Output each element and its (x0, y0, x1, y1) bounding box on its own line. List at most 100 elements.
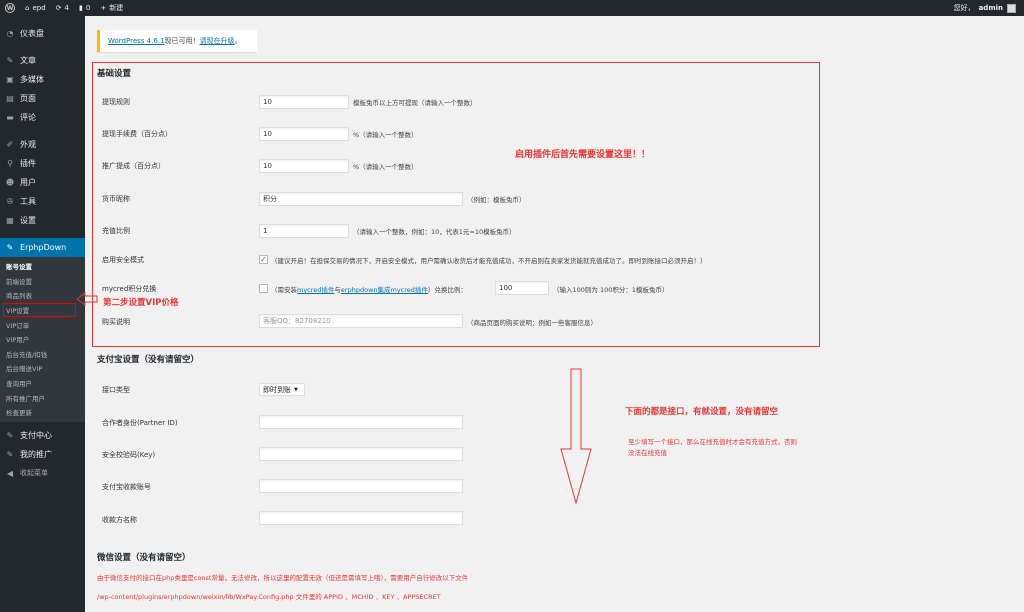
my-account-menu[interactable]: 您好， admin (954, 3, 1024, 13)
updates-icon: ⟳ (55, 4, 62, 12)
submenu-product-list[interactable]: 商品列表 (0, 288, 85, 303)
sidebar-item-pages[interactable]: ▤ 页面 (0, 89, 85, 108)
sidebar-item-label: 支付中心 (20, 430, 52, 440)
promotion-icon: ✎ (6, 449, 14, 459)
withdraw-rule-input[interactable]: 10 (259, 95, 349, 109)
interface-type-select[interactable]: 即时到账 ▼ (259, 383, 305, 396)
erphpdown-mycred-plugin-link[interactable]: erphpdown集成mycred插件 (341, 286, 428, 294)
mycred-desc: （需安装mycred插件与erphpdown集成mycred插件）兑换比例： (271, 284, 467, 294)
recharge-ratio-input[interactable]: 1 (259, 224, 349, 238)
recharge-ratio-desc: （请输入一个整数，例如：10，代表1元=10模板兔币） (353, 228, 516, 236)
wordpress-version-link[interactable]: WordPress 4.6.1 (108, 37, 164, 45)
page-icon: ▤ (6, 94, 14, 103)
sidebar-item-label: 用户 (20, 178, 36, 187)
sidebar-item-erphpdown[interactable]: ✎ ErphpDown (0, 238, 85, 257)
sidebar-item-my-promotion[interactable]: ✎ 我的推广 (0, 445, 85, 464)
basic-settings-title: 基础设置 (97, 69, 132, 79)
media-icon: ▣ (6, 75, 14, 84)
sidebar-item-dashboard[interactable]: ◔ 仪表盘 (0, 24, 85, 43)
sidebar-item-posts[interactable]: ✎ 文章 (0, 51, 85, 70)
partner-id-label: 合作者身份(Partner ID) (102, 419, 178, 427)
upgrade-now-link[interactable]: 请现在升级 (199, 36, 234, 46)
comment-icon: ▬ (6, 113, 14, 122)
withdraw-fee-input[interactable]: 10 (259, 127, 349, 141)
avatar (1007, 3, 1016, 13)
submenu-recharge-deduct[interactable]: 后台充值/扣钱 (0, 347, 85, 362)
submenu-account-settings[interactable]: 账号设置 (0, 259, 85, 274)
sidebar-item-label: 设置 (20, 216, 36, 225)
mycred-desc-post: ）兑换比例： (427, 286, 467, 294)
collapse-icon: ◀ (6, 468, 14, 478)
mycred-ratio-input[interactable]: 100 (495, 281, 549, 295)
admin-sidebar: ◔ 仪表盘 ✎ 文章 ▣ 多媒体 ▤ 页面 ▬ 评论 ✐ 外观 ⚲ 插件 ☻ 用户 ✇ 工具 ▦ 设… (0, 16, 85, 612)
erphpdown-submenu: 账号设置 前端设置 商品列表 VIP设置 VIP订单 VIP用户 后台充值/扣钱… (0, 257, 85, 422)
dropdown-arrow-icon: ▼ (294, 386, 298, 393)
promo-commission-desc: %（请输入一个整数） (353, 163, 418, 171)
plus-icon: + (100, 4, 107, 12)
new-content-menu[interactable]: + 新建 (95, 0, 128, 16)
submenu-all-promo-users[interactable]: 所有推广用户 (0, 390, 85, 405)
purchase-note-desc: （商品页面的购买说明：例如一些客服信息） (467, 319, 597, 327)
alipay-account-input[interactable] (259, 479, 463, 493)
sidebar-collapse-menu[interactable]: ◀ 收起菜单 (0, 464, 85, 483)
sidebar-item-media[interactable]: ▣ 多媒体 (0, 70, 85, 89)
sidebar-item-plugins[interactable]: ⚲ 插件 (0, 154, 85, 173)
submenu-frontend-settings[interactable]: 前端设置 (0, 274, 85, 289)
checkmark-icon: ✓ (260, 254, 267, 264)
sidebar-item-payment-center[interactable]: ✎ 支付中心 (0, 426, 85, 445)
withdraw-rule-desc: 模板兔币以上方可提现（请输入一个整数） (353, 99, 477, 107)
comments-menu[interactable]: ▮ 0 (74, 0, 95, 16)
safe-mode-checkbox[interactable]: ✓ (259, 255, 268, 264)
sidebar-item-comments[interactable]: ▬ 评论 (0, 108, 85, 127)
payee-name-input[interactable] (259, 511, 463, 525)
mycred-exchange-label: mycred积分兑换 (102, 285, 157, 293)
sidebar-item-label: 多媒体 (20, 75, 44, 84)
annotation-at-least-one: 至少填写一个接口，那么在线充值时才会有充值方式，否则没法在线充值 (628, 438, 797, 457)
submenu-vip-orders[interactable]: VIP订单 (0, 317, 85, 332)
security-key-label: 安全校验码(Key) (102, 451, 156, 459)
mycred-plugin-link[interactable]: mycred插件 (297, 286, 334, 294)
user-icon: ☻ (5, 178, 15, 187)
comment-bubble-icon: ▮ (79, 4, 83, 12)
site-name: epd (32, 4, 46, 12)
sidebar-item-tools[interactable]: ✇ 工具 (0, 192, 85, 211)
sidebar-item-label: 仪表盘 (20, 29, 44, 38)
sidebar-item-settings[interactable]: ▦ 设置 (0, 211, 85, 230)
site-name-menu[interactable]: ⌂ epd (20, 0, 51, 16)
settings-icon: ▦ (6, 216, 14, 225)
sidebar-item-users[interactable]: ☻ 用户 (0, 173, 85, 192)
currency-name-input[interactable]: 积分 (259, 192, 463, 206)
wp-logo-menu[interactable]: W (0, 0, 20, 16)
alipay-account-label: 支付宝收款账号 (102, 483, 151, 491)
mycred-ratio-desc: （输入100则为 100积分：1模板兔币） (553, 286, 669, 294)
submenu-vip-users[interactable]: VIP用户 (0, 332, 85, 347)
security-key-input[interactable] (259, 447, 463, 461)
brush-icon: ✐ (6, 140, 14, 149)
annotation-step-two: 第二步设置VIP价格 (103, 298, 179, 308)
alipay-settings-title: 支付宝设置（没有请留空） (97, 355, 200, 365)
updates-menu[interactable]: ⟳ 4 (51, 0, 74, 16)
promo-commission-input[interactable]: 10 (259, 159, 349, 173)
currency-name-label: 货币昵称 (102, 195, 130, 203)
mycred-exchange-checkbox[interactable] (259, 284, 268, 293)
submenu-vip-settings[interactable]: VIP设置 (3, 302, 76, 318)
sidebar-item-appearance[interactable]: ✐ 外观 (0, 135, 85, 154)
safe-mode-label: 启用安全模式 (102, 256, 144, 264)
down-arrow-annotation (560, 368, 592, 505)
dashboard-icon: ◔ (6, 29, 14, 38)
withdraw-rule-label: 提现规则 (102, 98, 130, 106)
wordpress-logo-icon: W (5, 3, 15, 13)
sidebar-item-label: 工具 (20, 197, 36, 206)
partner-id-input[interactable] (259, 415, 463, 429)
withdraw-fee-desc: %（请输入一个整数） (353, 131, 418, 139)
left-arrow-annotation (76, 292, 98, 306)
withdraw-fee-label: 提现手续费（百分点） (102, 130, 172, 138)
submenu-check-updates[interactable]: 检查更新 (0, 405, 85, 420)
interface-type-label: 接口类型 (102, 386, 130, 394)
purchase-note-input[interactable]: 客服QQ：82708210 (259, 314, 463, 328)
submenu-gift-vip[interactable]: 后台赠送VIP (0, 361, 85, 376)
wechat-settings-title: 微信设置（没有请留空） (97, 553, 191, 563)
sidebar-item-label: 收起菜单 (20, 469, 48, 478)
payee-name-label: 收款方名称 (102, 516, 137, 524)
submenu-query-users[interactable]: 查询用户 (0, 376, 85, 391)
